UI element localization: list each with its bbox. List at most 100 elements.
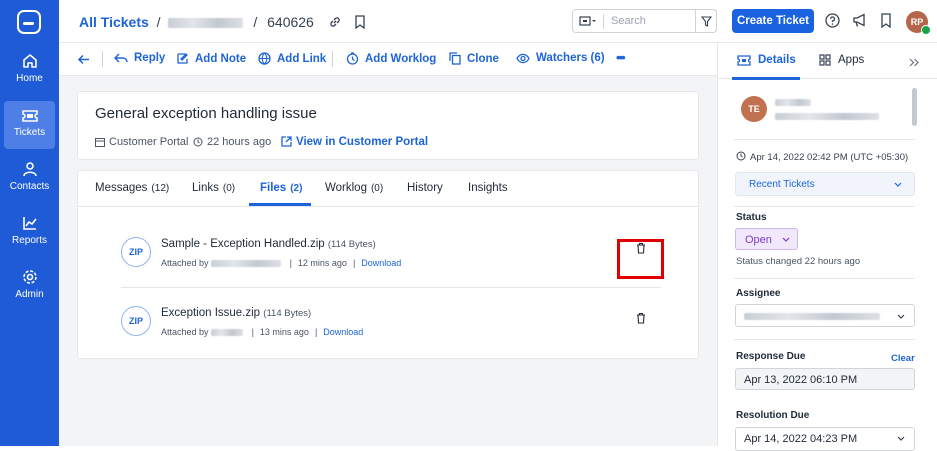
nav-tickets-label: Tickets [13, 127, 46, 138]
file-name[interactable]: Sample - Exception Handled.zip (114 Byte… [161, 238, 376, 250]
active-tab-indicator [732, 77, 800, 80]
status-changed: Status changed 22 hours ago [736, 256, 861, 267]
zip-file-icon: ZIP [121, 237, 151, 267]
nav-reports[interactable]: Reports [0, 215, 59, 263]
active-tab-indicator [249, 203, 311, 206]
reply-label: Reply [134, 52, 166, 64]
file-name-text: Sample - Exception Handled.zip [161, 238, 325, 250]
requester-name-redacted[interactable] [775, 99, 811, 106]
recent-tickets-dropdown[interactable]: Recent Tickets [735, 172, 915, 196]
response-due-value: Apr 13, 2022 06:10 PM [744, 374, 858, 386]
chevron-down-icon [894, 182, 902, 187]
tab-insights[interactable]: Insights [468, 182, 508, 194]
resolution-due-field[interactable]: Apr 14, 2022 04:23 PM [735, 427, 915, 451]
worklog-icon [346, 52, 359, 65]
ticket-id: 640626 [267, 14, 314, 30]
details-tabs: Details Apps [718, 43, 937, 80]
tab-apps[interactable]: Apps [819, 54, 864, 66]
tab-links[interactable]: Links (0) [192, 182, 235, 194]
user-avatar-initials: RP [910, 17, 924, 27]
ticket-icon [21, 110, 38, 122]
tab-messages-count: (12) [151, 183, 170, 194]
zip-file-icon: ZIP [121, 306, 151, 336]
reply-button[interactable]: Reply [114, 52, 165, 64]
main-content: General exception handling issue Custome… [59, 76, 717, 446]
bookmark-icon[interactable] [354, 15, 366, 30]
add-link-button[interactable]: Add Link [258, 52, 326, 65]
nav-admin[interactable]: Admin [0, 269, 59, 317]
home-icon [22, 54, 37, 68]
ticket-toolbar: Reply Add Note Add Link Add Worklog Clon… [59, 43, 717, 76]
status-dropdown[interactable]: Open [735, 228, 798, 250]
requester-avatar[interactable]: TE [741, 96, 767, 122]
tab-links-label: Links [192, 182, 219, 194]
watchers-label: Watchers (6) [536, 52, 605, 64]
ticket-age: 22 hours ago [193, 136, 271, 148]
reply-icon [114, 53, 128, 63]
file-size: (114 Bytes) [327, 239, 376, 250]
nav-tickets[interactable]: Tickets [4, 101, 55, 149]
download-link[interactable]: Download [323, 327, 363, 337]
file-meta: Attached by | 13 mins ago | Download [161, 327, 363, 337]
clone-button[interactable]: Clone [449, 52, 499, 65]
add-worklog-button[interactable]: Add Worklog [346, 52, 436, 65]
back-arrow-icon[interactable] [77, 54, 90, 65]
tab-history-label: History [407, 182, 443, 194]
file-time: 12 mins ago [297, 258, 347, 268]
help-icon[interactable] [825, 13, 840, 28]
more-actions-button[interactable]: ••• [616, 50, 626, 65]
file-name[interactable]: Exception Issue.zip (114 Bytes) [161, 307, 311, 319]
assignee-dropdown[interactable] [735, 304, 915, 327]
status-label: Status [736, 212, 767, 223]
search-divider [603, 14, 604, 29]
left-sidebar: Home Tickets Contacts Reports Admin [0, 0, 59, 446]
tab-worklog[interactable]: Worklog (0) [325, 182, 383, 194]
clone-icon [449, 52, 461, 65]
top-bar: All Tickets / / 640626 Search Create Tic… [59, 0, 937, 43]
breadcrumb-all-tickets[interactable]: All Tickets [79, 14, 149, 30]
download-link[interactable]: Download [361, 258, 401, 268]
response-due-field[interactable]: Apr 13, 2022 06:10 PM [735, 368, 915, 390]
add-note-button[interactable]: Add Note [176, 52, 246, 65]
search-box[interactable]: Search [572, 9, 717, 33]
tab-details[interactable]: Details [737, 54, 796, 66]
bookmark-list-icon[interactable] [880, 13, 892, 28]
ticket-title: General exception handling issue [95, 105, 317, 122]
filter-button[interactable] [695, 9, 717, 33]
user-avatar[interactable]: RP [906, 11, 931, 35]
ticket-scope-icon[interactable] [579, 15, 597, 27]
tab-messages[interactable]: Messages (12) [95, 182, 169, 194]
announcement-icon[interactable] [852, 13, 868, 28]
details-scrollbar[interactable] [912, 88, 917, 126]
tab-files[interactable]: Files (2) [260, 182, 302, 194]
app-logo[interactable] [17, 10, 41, 34]
search-input[interactable]: Search [611, 15, 646, 27]
nav-home[interactable]: Home [0, 53, 59, 101]
meta-separator: | [352, 258, 356, 268]
add-link-label: Add Link [277, 53, 327, 65]
breadcrumb-redacted[interactable] [168, 18, 244, 29]
tab-worklog-label: Worklog [325, 182, 367, 194]
file-meta: Attached by | 12 mins ago | Download [161, 258, 401, 268]
create-ticket-button[interactable]: Create Ticket [732, 9, 814, 33]
nav-contacts[interactable]: Contacts [0, 161, 59, 209]
collapse-panel-icon[interactable] [909, 58, 919, 67]
file-time: 13 mins ago [259, 327, 309, 337]
resolution-due-label: Resolution Due [736, 410, 810, 421]
toolbar-divider [102, 51, 103, 67]
ticket-source: Customer Portal [95, 136, 188, 148]
clock-icon [736, 151, 746, 161]
watchers-button[interactable]: Watchers (6) [516, 52, 605, 64]
view-in-portal-link[interactable]: View in Customer Portal [281, 136, 428, 148]
delete-icon[interactable] [636, 312, 646, 324]
apps-icon [819, 54, 831, 66]
link-icon[interactable] [328, 15, 342, 29]
ticket-icon [737, 55, 751, 66]
ticket-age-label: 22 hours ago [207, 136, 272, 148]
globe-icon [258, 52, 271, 65]
tab-history[interactable]: History [407, 182, 443, 194]
file-row: ZIP Exception Issue.zip (114 Bytes) Atta… [121, 288, 661, 356]
clear-response-due-button[interactable]: Clear [891, 353, 915, 364]
clone-label: Clone [467, 53, 499, 65]
external-link-icon [281, 136, 292, 147]
